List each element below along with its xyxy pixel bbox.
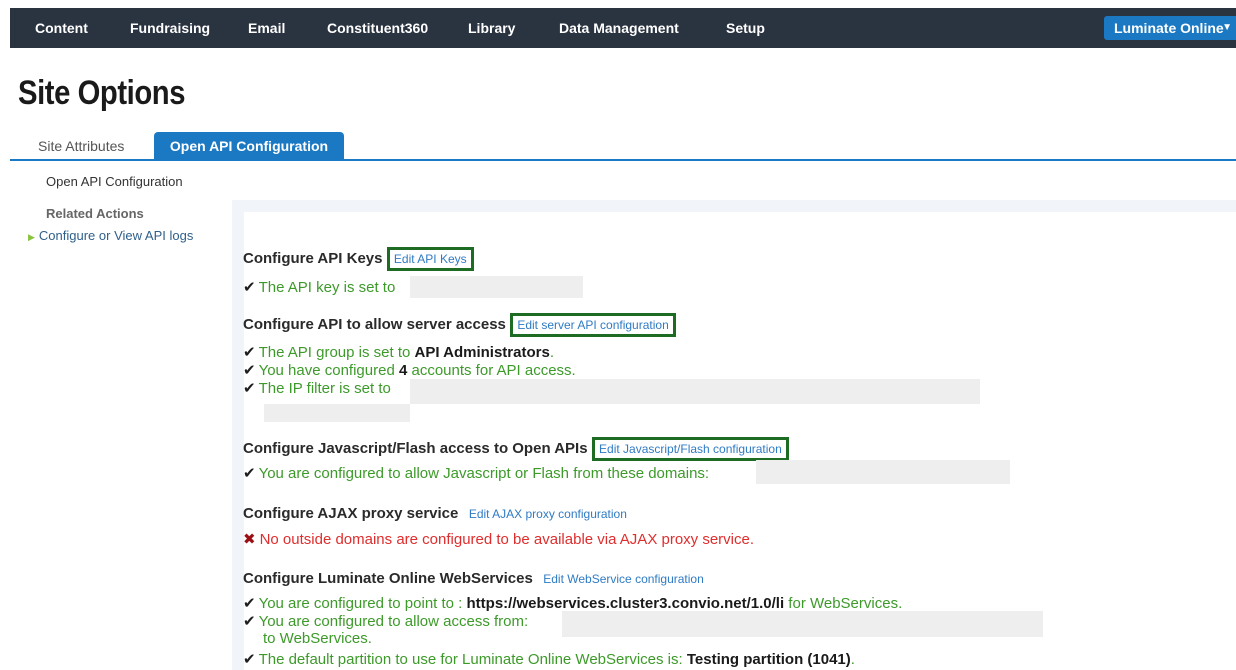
ws-access-text: You are configured to allow access from:: [258, 613, 529, 630]
nav-fundraising[interactable]: Fundraising: [130, 8, 210, 48]
api-key-status-text: The API key is set to: [258, 279, 396, 296]
sidebar-action-label: Configure or View API logs: [38, 228, 194, 243]
js-flash-status: ✔ You are configured to allow Javascript …: [243, 464, 709, 482]
product-switcher-label: Luminate Online: [1114, 20, 1224, 36]
ws-access-suffix: to WebServices.: [263, 630, 372, 647]
check-icon: ✔: [243, 362, 256, 379]
top-nav: Content Fundraising Email Constituent360…: [10, 8, 1236, 48]
tab-divider: [10, 159, 1236, 161]
redacted-access-list: [562, 611, 1043, 637]
ws-point-suffix: for WebServices.: [784, 595, 903, 612]
sidebar-current-page: Open API Configuration: [46, 174, 183, 189]
ajax-header: Configure AJAX proxy service Edit AJAX p…: [243, 505, 627, 523]
ws-access-status: ✔ You are configured to allow access from…: [243, 612, 528, 630]
edit-api-keys-link[interactable]: Edit API Keys: [386, 247, 474, 271]
check-icon: ✔: [243, 279, 256, 296]
caret-down-icon: ▼: [1222, 22, 1232, 33]
product-switcher-button[interactable]: Luminate Online ▼: [1104, 16, 1236, 40]
edit-js-flash-link[interactable]: Edit Javascript/Flash configuration: [592, 437, 789, 461]
ws-point-url: https://webservices.cluster3.convio.net/…: [466, 595, 785, 612]
ws-heading: Configure Luminate Online WebServices: [243, 570, 533, 587]
check-icon: ✔: [243, 465, 256, 482]
tab-bar: Site Attributes Open API Configuration: [10, 132, 1236, 161]
ws-partition-text: The default partition to use for Luminat…: [258, 651, 687, 668]
api-keys-heading: Configure API Keys: [243, 250, 383, 267]
page-title: Site Options: [18, 74, 186, 112]
tab-site-attributes[interactable]: Site Attributes: [10, 132, 146, 161]
nav-setup[interactable]: Setup: [726, 8, 765, 48]
sidebar-related-heading: Related Actions: [46, 206, 144, 221]
check-icon: ✔: [243, 613, 256, 630]
api-group-suffix: .: [549, 344, 554, 361]
ajax-heading: Configure AJAX proxy service: [243, 505, 459, 522]
check-icon: ✔: [243, 651, 256, 668]
nav-email[interactable]: Email: [248, 8, 285, 48]
ip-filter-status: ✔ The IP filter is set to: [243, 379, 391, 397]
server-access-header: Configure API to allow server access Edi…: [243, 313, 676, 337]
check-icon: ✔: [243, 380, 256, 397]
redacted-ip-list: [410, 379, 980, 404]
redacted-ip-list-cont: [264, 404, 410, 422]
api-group-value: API Administrators: [414, 344, 550, 361]
api-accounts-status: ✔ You have configured 4 accounts for API …: [243, 361, 576, 379]
api-key-status: ✔ The API key is set to: [243, 278, 395, 296]
nav-content[interactable]: Content: [35, 8, 88, 48]
js-flash-status-text: You are configured to allow Javascript o…: [258, 465, 710, 482]
api-accounts-suffix: accounts for API access.: [407, 362, 576, 379]
ws-header: Configure Luminate Online WebServices Ed…: [243, 570, 704, 588]
nav-data-management[interactable]: Data Management: [559, 8, 679, 48]
ajax-error-text: No outside domains are configured to be …: [259, 531, 755, 548]
check-icon: ✔: [243, 344, 256, 361]
edit-ajax-link[interactable]: Edit AJAX proxy configuration: [469, 507, 627, 521]
edit-server-api-link[interactable]: Edit server API configuration: [510, 313, 676, 337]
ws-point-text: You are configured to point to :: [258, 595, 467, 612]
ws-point-status: ✔ You are configured to point to : https:…: [243, 594, 902, 612]
edit-webservice-link[interactable]: Edit WebService configuration: [543, 572, 704, 586]
check-icon: ✔: [243, 595, 256, 612]
nav-constituent360[interactable]: Constituent360: [327, 8, 428, 48]
redacted-api-key: [410, 276, 583, 298]
js-flash-header: Configure Javascript/Flash access to Ope…: [243, 437, 789, 461]
api-keys-header: Configure API Keys Edit API Keys: [243, 247, 474, 271]
ws-partition-status: ✔ The default partition to use for Lumina…: [243, 650, 855, 668]
api-accounts-text: You have configured: [258, 362, 399, 379]
api-group-text: The API group is set to: [258, 344, 415, 361]
x-icon: ✖: [243, 531, 256, 548]
js-flash-heading: Configure Javascript/Flash access to Ope…: [243, 440, 588, 457]
ajax-error-status: ✖ No outside domains are configured to be…: [243, 530, 754, 548]
sidebar-action-api-logs[interactable]: ▶ Configure or View API logs: [28, 228, 193, 243]
ip-filter-text: The IP filter is set to: [258, 380, 391, 397]
tab-open-api-configuration[interactable]: Open API Configuration: [154, 132, 344, 161]
nav-library[interactable]: Library: [468, 8, 515, 48]
server-access-heading: Configure API to allow server access: [243, 316, 506, 333]
ws-partition-value: Testing partition (1041): [686, 651, 851, 668]
api-group-status: ✔ The API group is set to API Administrat…: [243, 343, 554, 361]
redacted-domains: [756, 460, 1010, 484]
ws-partition-suffix: .: [850, 651, 855, 668]
triangle-right-icon: ▶: [28, 232, 35, 242]
